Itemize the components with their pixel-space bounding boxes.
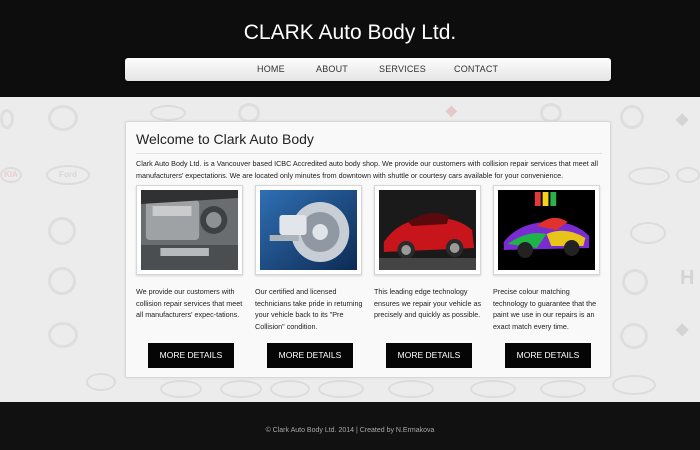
- more-details-button[interactable]: MORE DETAILS: [505, 343, 591, 368]
- more-details-button[interactable]: MORE DETAILS: [148, 343, 234, 368]
- page-title: Welcome to Clark Auto Body: [136, 131, 314, 147]
- more-details-button[interactable]: MORE DETAILS: [386, 343, 472, 368]
- mazda-logo-icon: [48, 105, 78, 131]
- kia-logo-icon: [470, 380, 516, 398]
- mazda-logo-icon: [620, 323, 648, 349]
- red-sports-car-photo: [374, 185, 481, 275]
- site-header: CLARK Auto Body Ltd. HOME ABOUT SERVICES…: [0, 0, 700, 97]
- hyundai-logo-icon: [630, 222, 666, 244]
- site-title[interactable]: CLARK Auto Body Ltd.: [0, 21, 700, 45]
- volkswagen-logo-icon: [48, 217, 76, 245]
- main-nav: HOME ABOUT SERVICES CONTACT: [125, 58, 611, 81]
- engine-bay-photo: [136, 185, 243, 275]
- brake-disc-photo: [255, 185, 362, 275]
- brake-disc-image: [260, 190, 357, 270]
- paint-car-image: [498, 190, 595, 270]
- mazda-logo-icon: [48, 322, 78, 348]
- copyright-text: © Clark Auto Body Ltd. 2014 | Created by…: [265, 427, 435, 434]
- card-text: We provide our customers with collision …: [136, 287, 243, 319]
- more-details-button[interactable]: MORE DETAILS: [267, 343, 353, 368]
- nav-services[interactable]: SERVICES: [379, 64, 426, 74]
- mazda-logo-icon: [620, 105, 644, 129]
- nav-contact[interactable]: CONTACT: [454, 64, 498, 74]
- mazda-logo-icon: [540, 103, 562, 123]
- hyundai-logo-icon: [388, 380, 434, 398]
- chevrolet-logo-icon: [160, 380, 202, 398]
- ford-logo-icon: [540, 380, 586, 398]
- nav-home[interactable]: HOME: [257, 64, 285, 74]
- audi-logo-icon: [86, 373, 116, 391]
- mercedes-logo-icon: [48, 267, 76, 295]
- card-text: Precise colour matching technology to gu…: [493, 287, 597, 331]
- renault-logo-icon: ◆: [676, 111, 689, 128]
- ford-logo-icon: Ford: [46, 165, 90, 185]
- engine-bay-image: [141, 190, 238, 270]
- renault-logo-icon: ◆: [676, 321, 689, 338]
- paint-colours-car-photo: [493, 185, 600, 275]
- mercedes-logo-icon: [238, 103, 260, 123]
- kia-logo-icon: [676, 167, 700, 183]
- divider: [136, 153, 602, 154]
- card-text: This leading edge technology ensures we …: [374, 287, 482, 319]
- renault-logo-icon: ◆: [446, 102, 457, 118]
- honda-logo-icon: H: [680, 267, 695, 289]
- red-car-image: [379, 190, 476, 270]
- welcome-panel: Welcome to Clark Auto Body Clark Auto Bo…: [125, 121, 611, 378]
- nav-about[interactable]: ABOUT: [316, 64, 348, 74]
- card-text: Our certified and licensed technicians t…: [255, 287, 363, 331]
- mercedes-logo-icon: [622, 269, 648, 295]
- audi-logo-icon: [150, 105, 186, 121]
- honda-logo-icon: [0, 109, 14, 129]
- kia-logo-icon: KIA: [0, 167, 22, 183]
- intro-paragraph: Clark Auto Body Ltd. is a Vancouver base…: [136, 159, 598, 180]
- audi-logo-icon: [220, 380, 262, 398]
- site-footer: © Clark Auto Body Ltd. 2014 | Created by…: [0, 402, 700, 450]
- kia-logo-icon: [270, 380, 310, 398]
- audi-logo-icon: [628, 167, 670, 185]
- kia-logo-icon: [612, 375, 656, 395]
- ford-logo-icon: [318, 380, 364, 398]
